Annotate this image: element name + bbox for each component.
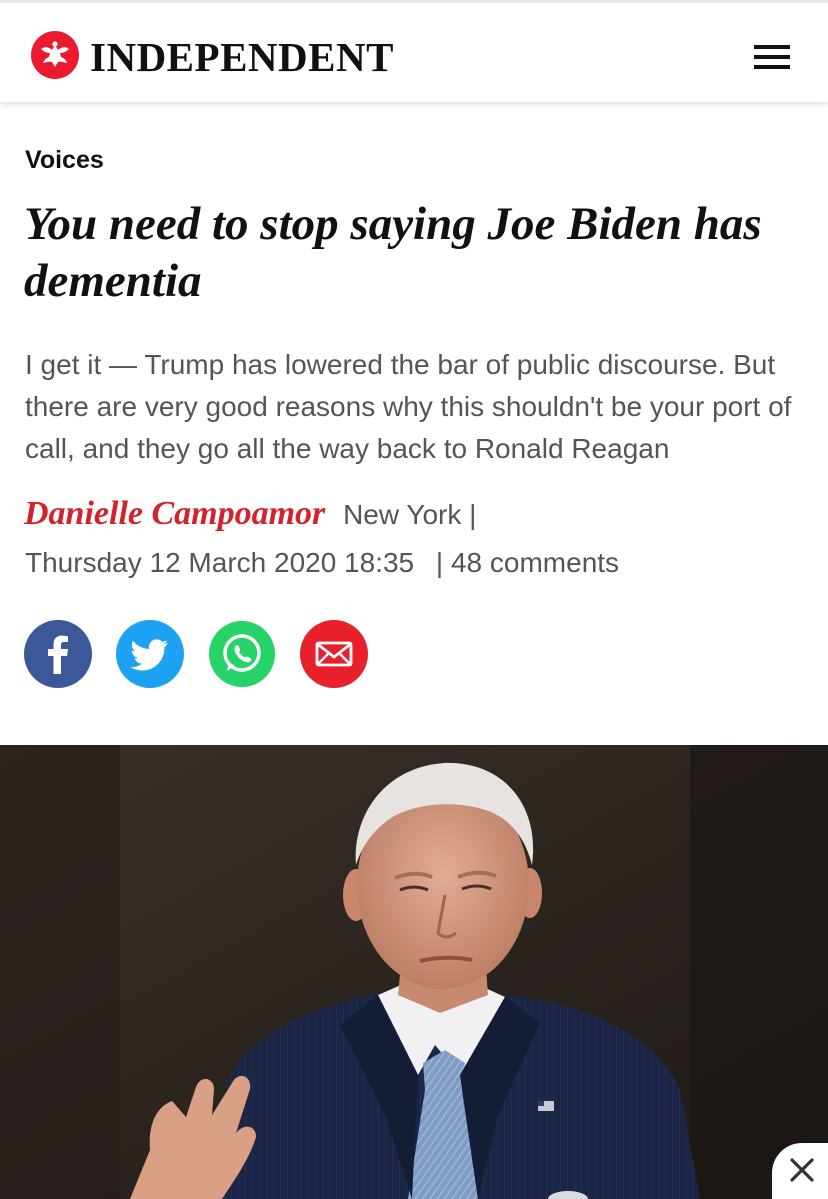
author-link[interactable]: Danielle Campoamor: [24, 495, 325, 532]
twitter-icon[interactable]: [116, 620, 184, 688]
article-headline: You need to stop saying Joe Biden has de…: [24, 198, 762, 307]
section-label[interactable]: Voices: [25, 146, 104, 175]
byline-location: New York |: [343, 499, 477, 530]
facebook-icon[interactable]: [24, 620, 92, 688]
byline: Danielle Campoamor New York |: [24, 495, 814, 533]
publish-date: Thursday 12 March 2020 18:35: [25, 547, 415, 578]
whatsapp-icon[interactable]: [208, 620, 276, 688]
eagle-logo-icon[interactable]: [31, 31, 79, 79]
site-header: INDEPENDENT: [0, 0, 828, 102]
article-hero-image: [0, 745, 828, 1199]
email-icon[interactable]: [300, 620, 368, 688]
article-meta: Thursday 12 March 2020 18:35 | 48 commen…: [25, 547, 815, 579]
article-standfirst: I get it — Trump has lowered the bar of …: [25, 349, 792, 464]
hamburger-menu-icon[interactable]: [750, 41, 792, 73]
brand-wordmark[interactable]: INDEPENDENT: [90, 33, 394, 81]
close-icon[interactable]: [772, 1143, 828, 1199]
comments-link[interactable]: | 48 comments: [436, 547, 619, 578]
